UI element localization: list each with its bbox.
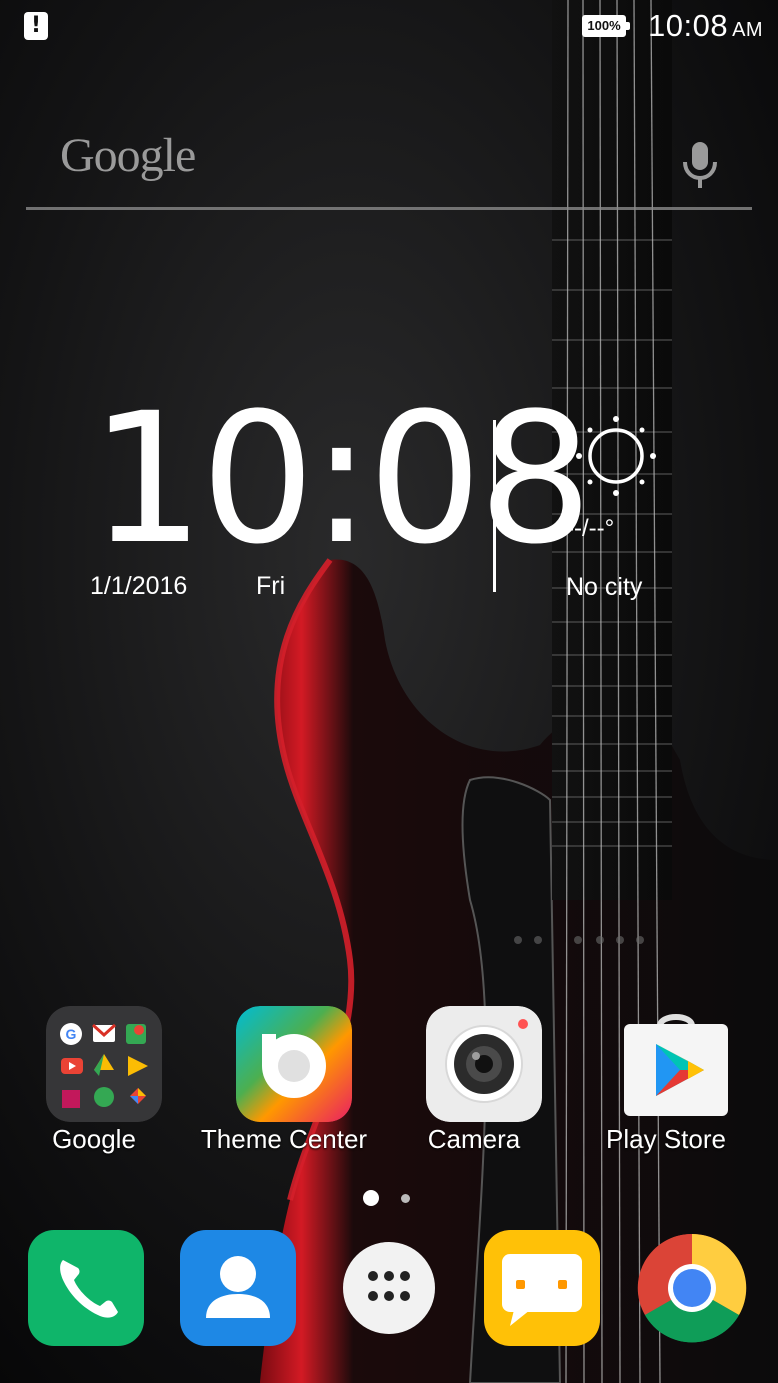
clock-minutes: 08 [367,375,593,584]
svg-text:G: G [66,1026,77,1042]
theme-center-icon [236,1006,352,1122]
messages-icon[interactable] [484,1230,600,1346]
sun-icon[interactable] [575,415,657,497]
page-indicator [0,1188,778,1208]
status-ampm: AM [732,19,764,41]
app-label: Play Store [606,1124,726,1154]
page-dot[interactable] [401,1194,410,1203]
status-bar: ! 100% 10:08 AM [0,0,778,52]
clock-day: Fri [256,572,286,600]
app-label: Camera [427,1124,521,1154]
clock-date: 1/1/2016 [90,572,188,600]
camera-icon [426,1006,542,1122]
clock-divider [493,420,496,592]
status-clock: 10:08 AM [648,8,763,44]
play-store-icon [624,1014,728,1116]
contacts-icon[interactable] [180,1230,296,1346]
alert-notification-icon[interactable]: ! [24,12,48,40]
app-camera[interactable]: Camera [396,1006,546,1166]
phone-icon[interactable] [28,1230,144,1346]
app-google-folder[interactable]: G Google [16,1006,166,1166]
clock-widget-time[interactable]: 10:08 [90,390,593,570]
clock-hours: 10 [90,375,315,584]
chrome-icon[interactable] [634,1230,750,1346]
app-play-store[interactable]: Play Store [588,1006,738,1166]
weather-temperature: --/--° [566,515,615,542]
search-underline [26,207,752,210]
app-label: Google [52,1124,136,1154]
google-logo[interactable]: Google [60,128,196,183]
google-search-bar[interactable]: Google [26,118,752,212]
weather-city[interactable]: No city [566,573,642,602]
battery-level: 100% [587,18,621,33]
app-drawer-icon[interactable] [331,1230,447,1346]
microphone-icon[interactable] [680,140,720,190]
page-dot-active[interactable] [363,1190,379,1206]
app-theme-center[interactable]: Theme Center [201,1006,367,1166]
battery-icon: 100% [582,15,630,37]
clock-colon: : [311,375,372,584]
status-time-value: 10:08 [648,8,729,43]
google-folder-icon: G [46,1006,162,1122]
app-label: Theme Center [200,1124,368,1154]
